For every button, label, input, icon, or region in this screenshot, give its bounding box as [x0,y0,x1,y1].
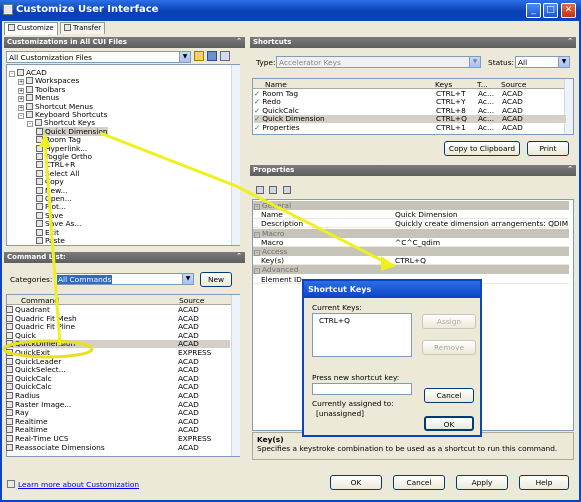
current-key-item[interactable]: CTRL+Q [319,316,350,325]
arrow-to-keys [99,131,388,265]
new-shortcut-input[interactable] [312,383,412,395]
dialog-ok-button[interactable]: OK [424,416,474,431]
remove-button[interactable]: Remove [422,340,476,355]
current-keys-list[interactable]: CTRL+Q [312,313,412,357]
annotation-arrows [2,131,396,359]
press-shortcut-label: Press new shortcut key: [312,373,400,382]
arrow-to-tree [43,142,62,346]
assign-button[interactable]: Assign [422,314,476,329]
arrowhead-keys [381,256,396,271]
assigned-to-value: [unassigned] [316,409,365,418]
arrowhead-tree [39,133,51,147]
dialog-title: Shortcut Keys [304,281,480,298]
shortcut-keys-dialog: Shortcut Keys Current Keys: CTRL+Q Assig… [302,279,482,437]
current-keys-label: Current Keys: [312,303,362,312]
assigned-to-label: Currently assigned to: [312,399,394,408]
dialog-cancel-button[interactable]: Cancel [424,388,474,403]
highlight-ellipse [2,339,94,359]
